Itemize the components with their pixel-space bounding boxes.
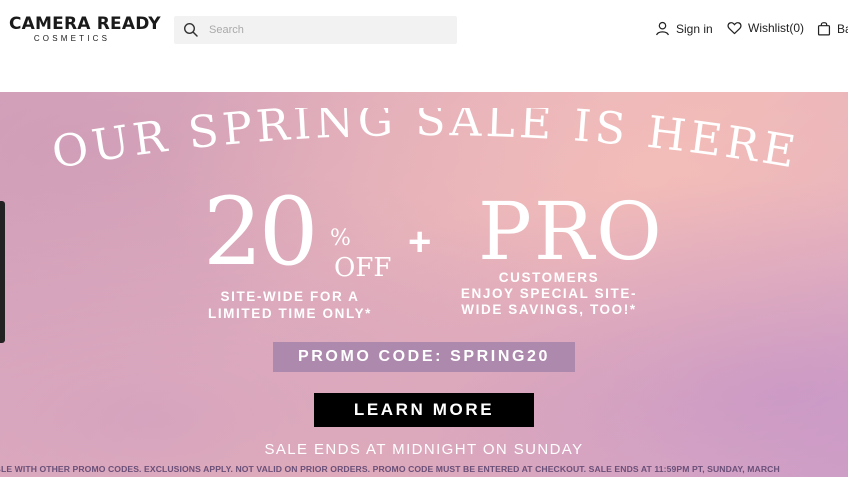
- learn-more-button[interactable]: LEARN MORE: [314, 393, 534, 427]
- site-header: CAMERA READY COSMETICS Sign in Wishlist(…: [0, 0, 848, 92]
- pro-line-2: ENJOY SPECIAL SITE-: [460, 286, 638, 301]
- headline-text: OUR SPRING SALE IS HERE: [48, 108, 798, 179]
- disclaimer-text: MBINABLE WITH OTHER PROMO CODES. EXCLUSI…: [0, 464, 780, 474]
- search-bar[interactable]: [174, 16, 457, 44]
- brand-logo[interactable]: CAMERA READY COSMETICS: [9, 14, 161, 44]
- pro-line-3: WIDE SAVINGS, TOO!*: [461, 302, 637, 317]
- pro-line-1: CUSTOMERS: [498, 270, 600, 285]
- sale-headline: OUR SPRING SALE IS HERE: [0, 108, 848, 188]
- sitewide-line-1: SITE-WIDE FOR A: [220, 289, 360, 304]
- sitewide-line-2: LIMITED TIME ONLY*: [207, 306, 373, 321]
- pro-offer-text: CUSTOMERS ENJOY SPECIAL SITE- WIDE SAVIN…: [444, 270, 654, 318]
- pro-text: PRO: [478, 185, 664, 278]
- plus-sign: +: [408, 220, 432, 264]
- bag-link[interactable]: Ba: [817, 21, 848, 36]
- sitewide-offer-text: SITE-WIDE FOR A LIMITED TIME ONLY*: [190, 288, 390, 322]
- logo-main-text: CAMERA READY: [9, 14, 161, 34]
- promo-code-badge: PROMO CODE: SPRING20: [273, 342, 575, 372]
- sale-end-text: SALE ENDS AT MIDNIGHT ON SUNDAY: [264, 441, 584, 458]
- search-input[interactable]: [207, 16, 451, 44]
- shopping-bag-icon: [817, 22, 831, 36]
- sign-in-link[interactable]: Sign in: [655, 21, 713, 36]
- bag-label: Ba: [837, 21, 848, 36]
- sign-in-label: Sign in: [676, 21, 713, 36]
- svg-text:OUR SPRING SALE IS HERE: OUR SPRING SALE IS HERE: [48, 108, 802, 179]
- side-tab[interactable]: [0, 201, 5, 343]
- user-icon: [656, 21, 669, 36]
- heart-icon: [727, 22, 742, 35]
- wishlist-link[interactable]: Wishlist(0): [727, 21, 804, 35]
- logo-sub-text: COSMETICS: [33, 34, 111, 43]
- discount-number: 20: [203, 178, 319, 287]
- wishlist-label: Wishlist(0): [748, 21, 804, 35]
- search-icon[interactable]: [183, 22, 199, 38]
- percent-sign: %: [330, 226, 351, 251]
- off-text: OFF: [334, 253, 392, 283]
